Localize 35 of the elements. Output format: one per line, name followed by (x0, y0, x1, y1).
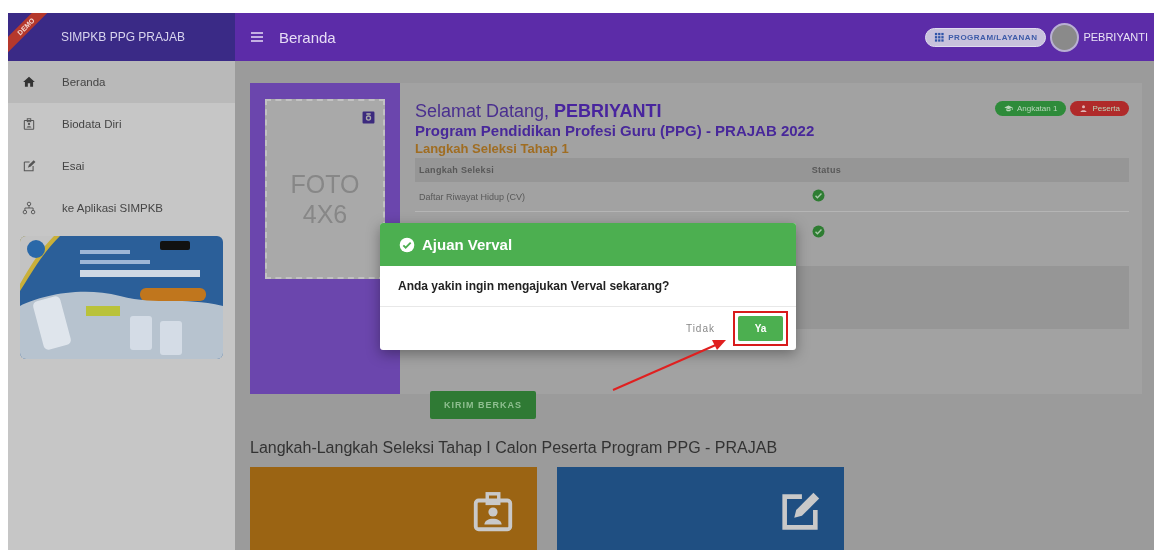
edit-icon (22, 159, 36, 173)
sidebar-item[interactable]: Biodata Diri (8, 103, 235, 145)
section-title: Langkah-Langkah Seleksi Tahap I Calon Peserta Program PPG - PRAJAB (250, 439, 779, 457)
home-icon (22, 75, 36, 89)
sitemap-icon (22, 201, 36, 215)
dialog-message: Anda yakin ingin mengajukan Verval sekarang? (380, 266, 796, 307)
user-icon (1079, 104, 1089, 113)
column-header: Status (807, 158, 1129, 182)
badge: Angkatan 1 (994, 101, 1067, 116)
submit-button[interactable]: KIRIM BERKAS (430, 391, 536, 419)
stage-title: Langkah Seleksi Tahap 1 (415, 140, 570, 158)
confirm-button[interactable]: Ya (738, 316, 783, 341)
avatar[interactable] (1050, 22, 1080, 52)
sidebar-item[interactable]: Beranda (8, 61, 235, 103)
app-title: SIMPKB PPG PRAJAB (61, 30, 186, 44)
welcome-heading: Selamat Datang, PEBRIYANTI (415, 101, 663, 122)
cancel-button[interactable]: Tidak (681, 319, 719, 338)
check-circle-icon (399, 236, 415, 253)
graduation-cap-icon (1003, 104, 1013, 113)
step-tile[interactable] (250, 467, 537, 550)
sidebar-item[interactable]: Esai (8, 145, 235, 187)
page-title: Beranda (279, 28, 337, 46)
column-header: Langkah Seleksi (415, 158, 808, 182)
id-badge-icon (22, 117, 36, 131)
grid-icon (934, 31, 946, 43)
program-button[interactable]: PROGRAM/LAYANAN (925, 27, 1047, 47)
program-title: Program Pendidikan Profesi Guru (PPG) - PRAJAB 2022 (415, 122, 816, 140)
camera-icon[interactable] (362, 111, 375, 124)
user-name[interactable]: PEBRIYANTI (1083, 31, 1148, 43)
table-cell: Daftar Riwayat Hidup (CV) (415, 182, 808, 212)
dialog-title: Ajuan Verval (422, 236, 513, 253)
step-tile[interactable] (557, 467, 844, 550)
menu-icon[interactable] (249, 29, 265, 45)
badge: Peserta (1070, 101, 1129, 116)
sidebar-item[interactable]: ke Aplikasi SIMPKB (8, 187, 235, 229)
